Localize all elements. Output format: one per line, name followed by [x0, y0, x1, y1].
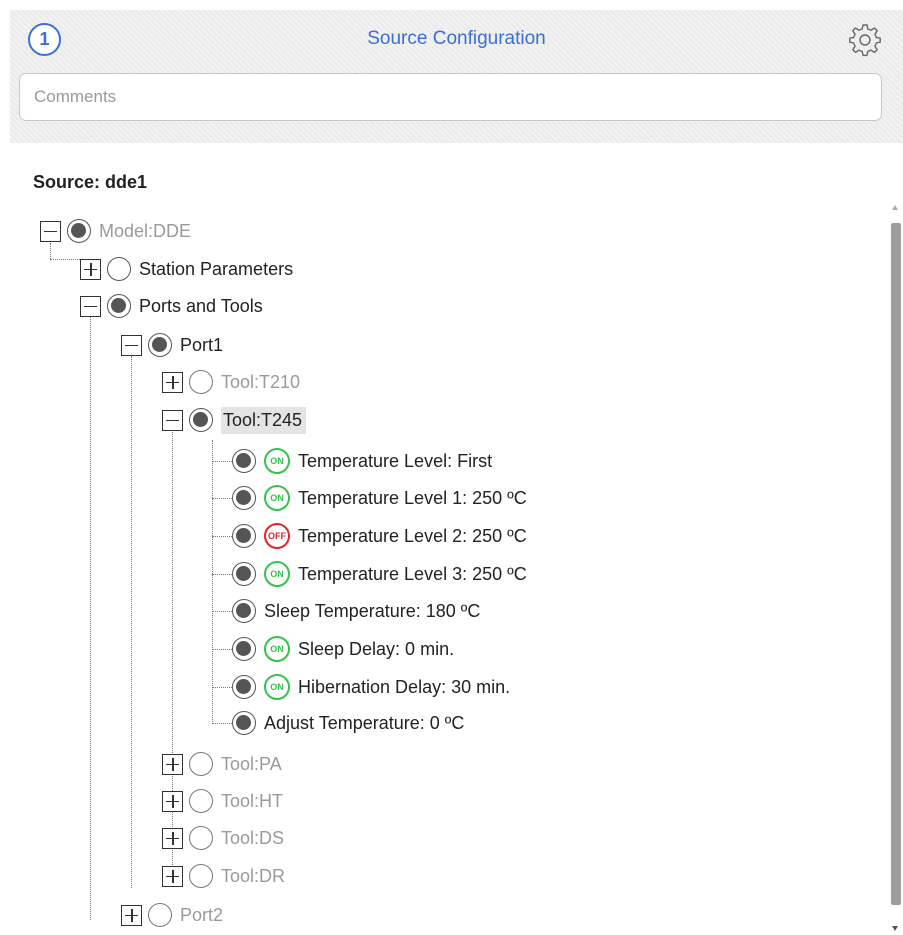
param-row[interactable]: Adjust Temperature: 0 ºC — [232, 706, 464, 740]
tree-connector — [90, 316, 91, 920]
param-label: Temperature Level: First — [298, 450, 493, 471]
param-label: Hibernation Delay: 30 min. — [298, 676, 511, 697]
param-row[interactable]: ON Temperature Level 3: 250 ºC — [232, 557, 527, 591]
tree-node-model[interactable]: Model:DDE — [40, 214, 191, 248]
tree-connector — [212, 461, 232, 462]
radio-filled-icon[interactable] — [232, 637, 256, 661]
radio-filled-icon[interactable] — [232, 486, 256, 510]
param-row[interactable]: ON Sleep Delay: 0 min. — [232, 632, 454, 666]
expand-icon[interactable] — [162, 753, 183, 775]
collapse-icon[interactable] — [162, 409, 183, 431]
tree-node-tool-t210[interactable]: Tool:T210 — [162, 365, 300, 399]
radio-empty-icon[interactable] — [189, 370, 213, 394]
tree-connector — [212, 574, 232, 575]
radio-filled-icon[interactable] — [232, 599, 256, 623]
tree-node-label: Tool:T245 — [221, 406, 307, 434]
radio-filled-icon[interactable] — [232, 524, 256, 548]
param-row[interactable]: ON Hibernation Delay: 30 min. — [232, 670, 510, 704]
tree-node-tool-t245[interactable]: Tool:T245 — [162, 403, 307, 437]
tree-connector — [212, 687, 232, 688]
tree-connector — [212, 723, 232, 724]
param-label: Sleep Temperature: 180 ºC — [264, 600, 481, 621]
param-row[interactable]: Sleep Temperature: 180 ºC — [232, 594, 480, 628]
config-tree: Model:DDE Station Parameters Ports and T… — [0, 0, 880, 935]
tree-node-label: Tool:T210 — [221, 371, 301, 392]
radio-empty-icon[interactable] — [107, 257, 131, 281]
expand-icon[interactable] — [162, 371, 183, 393]
tree-node-label: Tool:DS — [221, 827, 285, 848]
scroll-thumb[interactable] — [891, 223, 901, 905]
tree-connector — [212, 611, 232, 612]
tree-node-label: Tool:DR — [221, 865, 286, 886]
tree-node-label: Tool:HT — [221, 790, 284, 811]
radio-empty-icon[interactable] — [148, 903, 172, 927]
radio-filled-icon[interactable] — [232, 449, 256, 473]
tree-node-label: Port2 — [180, 904, 224, 925]
radio-filled-icon[interactable] — [232, 562, 256, 586]
radio-filled-icon[interactable] — [232, 675, 256, 699]
radio-empty-icon[interactable] — [189, 752, 213, 776]
param-label: Sleep Delay: 0 min. — [298, 638, 455, 659]
tree-node-ports-and-tools[interactable]: Ports and Tools — [80, 289, 263, 323]
param-label: Temperature Level 1: 250 ºC — [298, 487, 527, 508]
status-badge[interactable]: ON — [264, 636, 290, 662]
expand-icon[interactable] — [80, 258, 101, 280]
tree-node-label: Port1 — [180, 334, 224, 355]
radio-filled-icon[interactable] — [67, 219, 91, 243]
tree-connector — [212, 498, 232, 499]
param-label: Temperature Level 3: 250 ºC — [298, 563, 527, 584]
tree-connector — [50, 259, 80, 260]
tree-connector — [131, 356, 132, 888]
tree-node-tool-pa[interactable]: Tool:PA — [162, 747, 282, 781]
expand-icon[interactable] — [121, 904, 142, 926]
radio-filled-icon[interactable] — [107, 294, 131, 318]
expand-icon[interactable] — [162, 865, 183, 887]
radio-empty-icon[interactable] — [189, 789, 213, 813]
tree-node-label: Tool:PA — [221, 753, 282, 774]
radio-filled-icon[interactable] — [148, 333, 172, 357]
status-badge[interactable]: OFF — [264, 523, 290, 549]
tree-node-label: Ports and Tools — [139, 295, 263, 316]
tree-node-label: Station Parameters — [139, 258, 294, 279]
collapse-icon[interactable] — [40, 220, 61, 242]
tree-node-station-parameters[interactable]: Station Parameters — [80, 252, 293, 286]
radio-empty-icon[interactable] — [189, 826, 213, 850]
param-row[interactable]: ON Temperature Level: First — [232, 444, 492, 478]
status-badge[interactable]: ON — [264, 561, 290, 587]
param-row[interactable]: OFF Temperature Level 2: 250 ºC — [232, 519, 527, 553]
tree-node-tool-ht[interactable]: Tool:HT — [162, 784, 283, 818]
tree-node-tool-ds[interactable]: Tool:DS — [162, 821, 284, 855]
param-row[interactable]: ON Temperature Level 1: 250 ºC — [232, 481, 527, 515]
tree-connector — [212, 440, 213, 722]
param-label: Temperature Level 2: 250 ºC — [298, 525, 527, 546]
collapse-icon[interactable] — [121, 334, 142, 356]
status-badge[interactable]: ON — [264, 485, 290, 511]
tree-connector — [212, 649, 232, 650]
scroll-up-icon[interactable] — [892, 205, 898, 210]
expand-icon[interactable] — [162, 827, 183, 849]
radio-filled-icon[interactable] — [189, 408, 213, 432]
status-badge[interactable]: ON — [264, 448, 290, 474]
tree-node-label: Model:DDE — [99, 220, 192, 241]
tree-node-port2[interactable]: Port2 — [121, 898, 223, 932]
radio-empty-icon[interactable] — [189, 864, 213, 888]
vertical-scrollbar[interactable] — [888, 195, 903, 935]
collapse-icon[interactable] — [80, 295, 101, 317]
status-badge[interactable]: ON — [264, 674, 290, 700]
radio-filled-icon[interactable] — [232, 711, 256, 735]
tree-node-port1[interactable]: Port1 — [121, 328, 223, 362]
tree-connector — [212, 536, 232, 537]
expand-icon[interactable] — [162, 790, 183, 812]
param-label: Adjust Temperature: 0 ºC — [264, 712, 465, 733]
scroll-down-icon[interactable] — [892, 926, 898, 931]
tree-node-tool-dr[interactable]: Tool:DR — [162, 859, 285, 893]
